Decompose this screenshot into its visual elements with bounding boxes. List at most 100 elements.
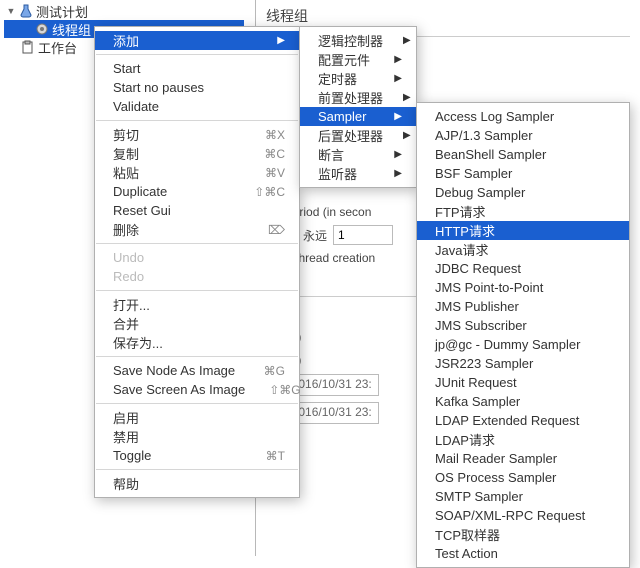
menu-item[interactable]: 启用 bbox=[95, 408, 299, 427]
menu-item[interactable]: 禁用 bbox=[95, 427, 299, 446]
menu-item-label: Debug Sampler bbox=[435, 185, 525, 200]
menu-item[interactable]: Duplicate ⇧⌘C bbox=[95, 182, 299, 201]
flask-icon bbox=[18, 3, 34, 19]
tree-node-root[interactable]: ▼ 测试计划 bbox=[4, 2, 244, 20]
menu-item-label: BSF Sampler bbox=[435, 166, 512, 181]
menu-item-label: FTP请求 bbox=[435, 202, 486, 221]
shortcut-label: ⌘V bbox=[265, 166, 285, 180]
menu-item[interactable]: Start no pauses bbox=[95, 78, 299, 97]
menu-item[interactable]: JMS Publisher bbox=[417, 297, 629, 316]
expand-arrow-icon: ▼ bbox=[6, 6, 16, 16]
menu-item[interactable]: LDAP Extended Request bbox=[417, 411, 629, 430]
menu-item[interactable]: 监听器▶ bbox=[300, 164, 416, 183]
menu-item[interactable]: 删除⌦ bbox=[95, 220, 299, 239]
menu-item[interactable]: 定时器▶ bbox=[300, 69, 416, 88]
menu-item[interactable]: 剪切⌘X bbox=[95, 125, 299, 144]
menu-item-label: AJP/1.3 Sampler bbox=[435, 128, 533, 143]
menu-item[interactable]: 前置处理器▶ bbox=[300, 88, 416, 107]
menu-item[interactable]: Validate bbox=[95, 97, 299, 116]
menu-item[interactable]: 后置处理器▶ bbox=[300, 126, 416, 145]
menu-item[interactable]: SMTP Sampler bbox=[417, 487, 629, 506]
menu-item-label: Java请求 bbox=[435, 240, 488, 259]
submenu-arrow-icon: ▶ bbox=[394, 111, 402, 122]
menu-item[interactable]: JUnit Request bbox=[417, 373, 629, 392]
menu-item[interactable]: BeanShell Sampler bbox=[417, 145, 629, 164]
menu-item: Redo bbox=[95, 267, 299, 286]
submenu-arrow-icon: ▶ bbox=[403, 92, 411, 103]
menu-item[interactable]: 配置元件 ▶ bbox=[300, 50, 416, 69]
menu-item[interactable]: JSR223 Sampler bbox=[417, 354, 629, 373]
menu-item: Undo bbox=[95, 248, 299, 267]
menu-item-label: BeanShell Sampler bbox=[435, 147, 546, 162]
menu-item-label: 粘贴 bbox=[113, 163, 139, 182]
clipboard-icon bbox=[20, 39, 36, 55]
menu-item[interactable]: 合并 bbox=[95, 314, 299, 333]
menu-item[interactable]: Start bbox=[95, 59, 299, 78]
menu-item-label: Save Screen As Image bbox=[113, 382, 245, 397]
menu-item[interactable]: Reset Gui bbox=[95, 201, 299, 220]
sampler-submenu: Access Log Sampler AJP/1.3 Sampler BeanShe… bbox=[416, 102, 630, 568]
menu-item[interactable]: Toggle⌘T bbox=[95, 446, 299, 465]
menu-item[interactable]: 粘贴 ⌘V bbox=[95, 163, 299, 182]
menu-item[interactable]: 逻辑控制器▶ bbox=[300, 31, 416, 50]
context-menu: 添加▶ StartStart no pausesValidate 剪切⌘X复制⌘C粘… bbox=[94, 26, 300, 498]
menu-item[interactable]: Java请求 bbox=[417, 240, 629, 259]
submenu-arrow-icon: ▶ bbox=[403, 130, 411, 141]
menu-item-label: SOAP/XML-RPC Request bbox=[435, 508, 585, 523]
menu-item[interactable]: SOAP/XML-RPC Request bbox=[417, 506, 629, 525]
submenu-arrow-icon: ▶ bbox=[394, 54, 402, 65]
menu-item[interactable]: BSF Sampler bbox=[417, 164, 629, 183]
menu-item[interactable]: 添加▶ bbox=[95, 31, 299, 50]
menu-item[interactable]: OS Process Sampler bbox=[417, 468, 629, 487]
menu-item[interactable]: 保存为... bbox=[95, 333, 299, 352]
shortcut-label: ⌘X bbox=[265, 128, 285, 142]
menu-item[interactable]: jp@gc - Dummy Sampler bbox=[417, 335, 629, 354]
menu-item[interactable]: 复制⌘C bbox=[95, 144, 299, 163]
menu-item-label: 启用 bbox=[113, 408, 139, 427]
menu-item[interactable]: Save Node As Image⌘G bbox=[95, 361, 299, 380]
menu-item[interactable]: 断言▶ bbox=[300, 145, 416, 164]
menu-item-label: jp@gc - Dummy Sampler bbox=[435, 337, 580, 352]
menu-item-label: Save Node As Image bbox=[113, 363, 235, 378]
menu-item-label: Reset Gui bbox=[113, 203, 171, 218]
menu-item[interactable]: JMS Point-to-Point bbox=[417, 278, 629, 297]
shortcut-label: ⇧⌘C bbox=[254, 185, 285, 199]
shortcut-label: ⇧⌘G bbox=[269, 383, 300, 397]
menu-item-label: Duplicate bbox=[113, 184, 167, 199]
menu-item-label: Redo bbox=[113, 269, 144, 284]
menu-item[interactable]: JMS Subscriber bbox=[417, 316, 629, 335]
menu-item[interactable]: 打开... bbox=[95, 295, 299, 314]
submenu-arrow-icon: ▶ bbox=[394, 168, 402, 179]
menu-item[interactable]: Kafka Sampler bbox=[417, 392, 629, 411]
menu-item-label: JDBC Request bbox=[435, 261, 521, 276]
submenu-arrow-icon: ▶ bbox=[394, 73, 402, 84]
menu-item[interactable]: Test Action bbox=[417, 544, 629, 563]
menu-item-label: 合并 bbox=[113, 314, 139, 333]
menu-item[interactable]: LDAP请求 bbox=[417, 430, 629, 449]
menu-item[interactable]: Debug Sampler bbox=[417, 183, 629, 202]
menu-item-label: Kafka Sampler bbox=[435, 394, 520, 409]
menu-item-label: Sampler bbox=[318, 109, 366, 124]
menu-item[interactable]: 帮助 bbox=[95, 474, 299, 493]
menu-item-label: Test Action bbox=[435, 546, 498, 561]
menu-item-label: 配置元件 bbox=[318, 50, 370, 69]
menu-item-label: JMS Subscriber bbox=[435, 318, 527, 333]
menu-item[interactable]: Sampler ▶ bbox=[300, 107, 416, 126]
menu-item-label: 添加 bbox=[113, 31, 139, 50]
menu-item-label: Toggle bbox=[113, 448, 151, 463]
menu-item-label: 复制 bbox=[113, 144, 139, 163]
menu-item[interactable]: JDBC Request bbox=[417, 259, 629, 278]
menu-item[interactable]: FTP请求 bbox=[417, 202, 629, 221]
menu-item[interactable]: AJP/1.3 Sampler bbox=[417, 126, 629, 145]
menu-item[interactable]: TCP取样器 bbox=[417, 525, 629, 544]
menu-item-label: LDAP请求 bbox=[435, 430, 495, 449]
submenu-arrow-icon: ▶ bbox=[403, 35, 411, 46]
count-input[interactable] bbox=[333, 225, 393, 245]
menu-item[interactable]: Access Log Sampler bbox=[417, 107, 629, 126]
menu-item[interactable]: HTTP请求 bbox=[417, 221, 629, 240]
menu-item-label: Mail Reader Sampler bbox=[435, 451, 557, 466]
menu-item[interactable]: Mail Reader Sampler bbox=[417, 449, 629, 468]
menu-item-label: 删除 bbox=[113, 220, 139, 239]
tree-label: 线程组 bbox=[52, 20, 91, 39]
menu-item[interactable]: Save Screen As Image ⇧⌘G bbox=[95, 380, 299, 399]
